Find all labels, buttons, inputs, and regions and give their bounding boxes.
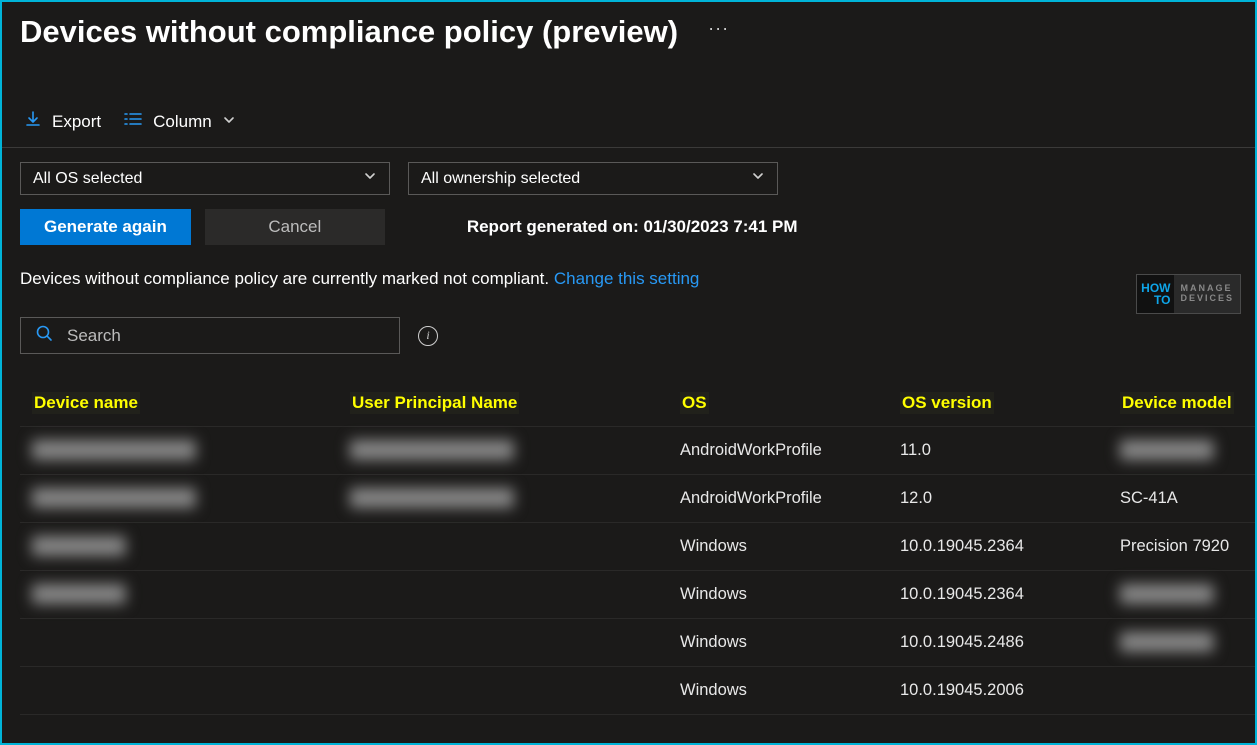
table-row[interactable]: ████████Windows10.0.19045.2364████████ bbox=[20, 571, 1255, 619]
list-icon bbox=[123, 111, 143, 132]
ownership-filter-dropdown[interactable]: All ownership selected bbox=[408, 162, 778, 195]
page-title: Devices without compliance policy (previ… bbox=[20, 14, 678, 50]
change-setting-link[interactable]: Change this setting bbox=[554, 269, 700, 288]
cell-device-name: ████████ bbox=[20, 585, 350, 604]
table-header: Device name User Principal Name OS OS ve… bbox=[20, 386, 1255, 427]
os-filter-value: All OS selected bbox=[33, 170, 142, 188]
report-timestamp: Report generated on: 01/30/2023 7:41 PM bbox=[467, 217, 798, 237]
cell-os: AndroidWorkProfile bbox=[680, 441, 900, 460]
search-input[interactable] bbox=[67, 326, 385, 346]
cell-os: Windows bbox=[680, 537, 900, 556]
table-row[interactable]: ████████████████████████████AndroidWorkP… bbox=[20, 475, 1255, 523]
cell-os: Windows bbox=[680, 585, 900, 604]
cell-device-model: ████████ bbox=[1120, 441, 1255, 460]
col-device-model[interactable]: Device model bbox=[1120, 392, 1234, 414]
table-row[interactable]: Windows10.0.19045.2486████████ bbox=[20, 619, 1255, 667]
cell-os-version: 10.0.19045.2364 bbox=[900, 537, 1120, 556]
table-row[interactable]: ████████ Windows10.0.19045.2364Precision … bbox=[20, 523, 1255, 571]
col-upn[interactable]: User Principal Name bbox=[350, 392, 519, 414]
col-device-name[interactable]: Device name bbox=[32, 392, 140, 414]
chevron-down-icon bbox=[363, 169, 377, 188]
cell-device-model: SC-41A bbox=[1120, 489, 1255, 508]
more-icon[interactable]: ··· bbox=[708, 18, 729, 39]
table-row[interactable]: Windows10.0.19045.2006 bbox=[20, 667, 1255, 715]
cell-device-model: ████████ bbox=[1120, 585, 1255, 604]
cell-device-name: ████████ bbox=[20, 537, 350, 556]
command-bar: Export Column bbox=[2, 56, 1255, 148]
cancel-button[interactable]: Cancel bbox=[205, 209, 385, 245]
col-os[interactable]: OS bbox=[680, 392, 709, 414]
cell-os: Windows bbox=[680, 633, 900, 652]
watermark-line2: DEVICES bbox=[1180, 294, 1234, 304]
cell-os: Windows bbox=[680, 681, 900, 700]
cell-os-version: 10.0.19045.2006 bbox=[900, 681, 1120, 700]
column-button[interactable]: Column bbox=[123, 111, 236, 132]
cell-os: AndroidWorkProfile bbox=[680, 489, 900, 508]
generate-again-button[interactable]: Generate again bbox=[20, 209, 191, 245]
cell-device-model: Precision 7920 bbox=[1120, 537, 1255, 556]
chevron-down-icon bbox=[222, 112, 236, 132]
export-button[interactable]: Export bbox=[24, 110, 101, 133]
col-os-version[interactable]: OS version bbox=[900, 392, 994, 414]
cell-upn: ██████████████ bbox=[350, 441, 680, 460]
cell-device-name: ██████████████ bbox=[20, 489, 350, 508]
policy-note: Devices without compliance policy are cu… bbox=[2, 259, 1255, 307]
cell-device-model: ████████ bbox=[1120, 633, 1255, 652]
table-row[interactable]: ████████████████████████████AndroidWorkP… bbox=[20, 427, 1255, 475]
export-label: Export bbox=[52, 112, 101, 132]
ownership-filter-value: All ownership selected bbox=[421, 170, 580, 188]
cell-os-version: 10.0.19045.2364 bbox=[900, 585, 1120, 604]
search-icon bbox=[35, 324, 53, 347]
cell-device-name: ██████████████ bbox=[20, 441, 350, 460]
watermark-to: TO bbox=[1154, 294, 1170, 306]
info-icon[interactable]: i bbox=[418, 326, 438, 346]
chevron-down-icon bbox=[751, 169, 765, 188]
search-box[interactable] bbox=[20, 317, 400, 354]
devices-table: Device name User Principal Name OS OS ve… bbox=[2, 368, 1255, 715]
watermark: HOW TO MANAGE DEVICES bbox=[1136, 274, 1241, 314]
cell-os-version: 10.0.19045.2486 bbox=[900, 633, 1120, 652]
cell-os-version: 11.0 bbox=[900, 441, 1120, 460]
column-label: Column bbox=[153, 112, 212, 132]
policy-note-text: Devices without compliance policy are cu… bbox=[20, 269, 554, 288]
cell-upn: ██████████████ bbox=[350, 489, 680, 508]
os-filter-dropdown[interactable]: All OS selected bbox=[20, 162, 390, 195]
download-icon bbox=[24, 110, 42, 133]
cell-os-version: 12.0 bbox=[900, 489, 1120, 508]
